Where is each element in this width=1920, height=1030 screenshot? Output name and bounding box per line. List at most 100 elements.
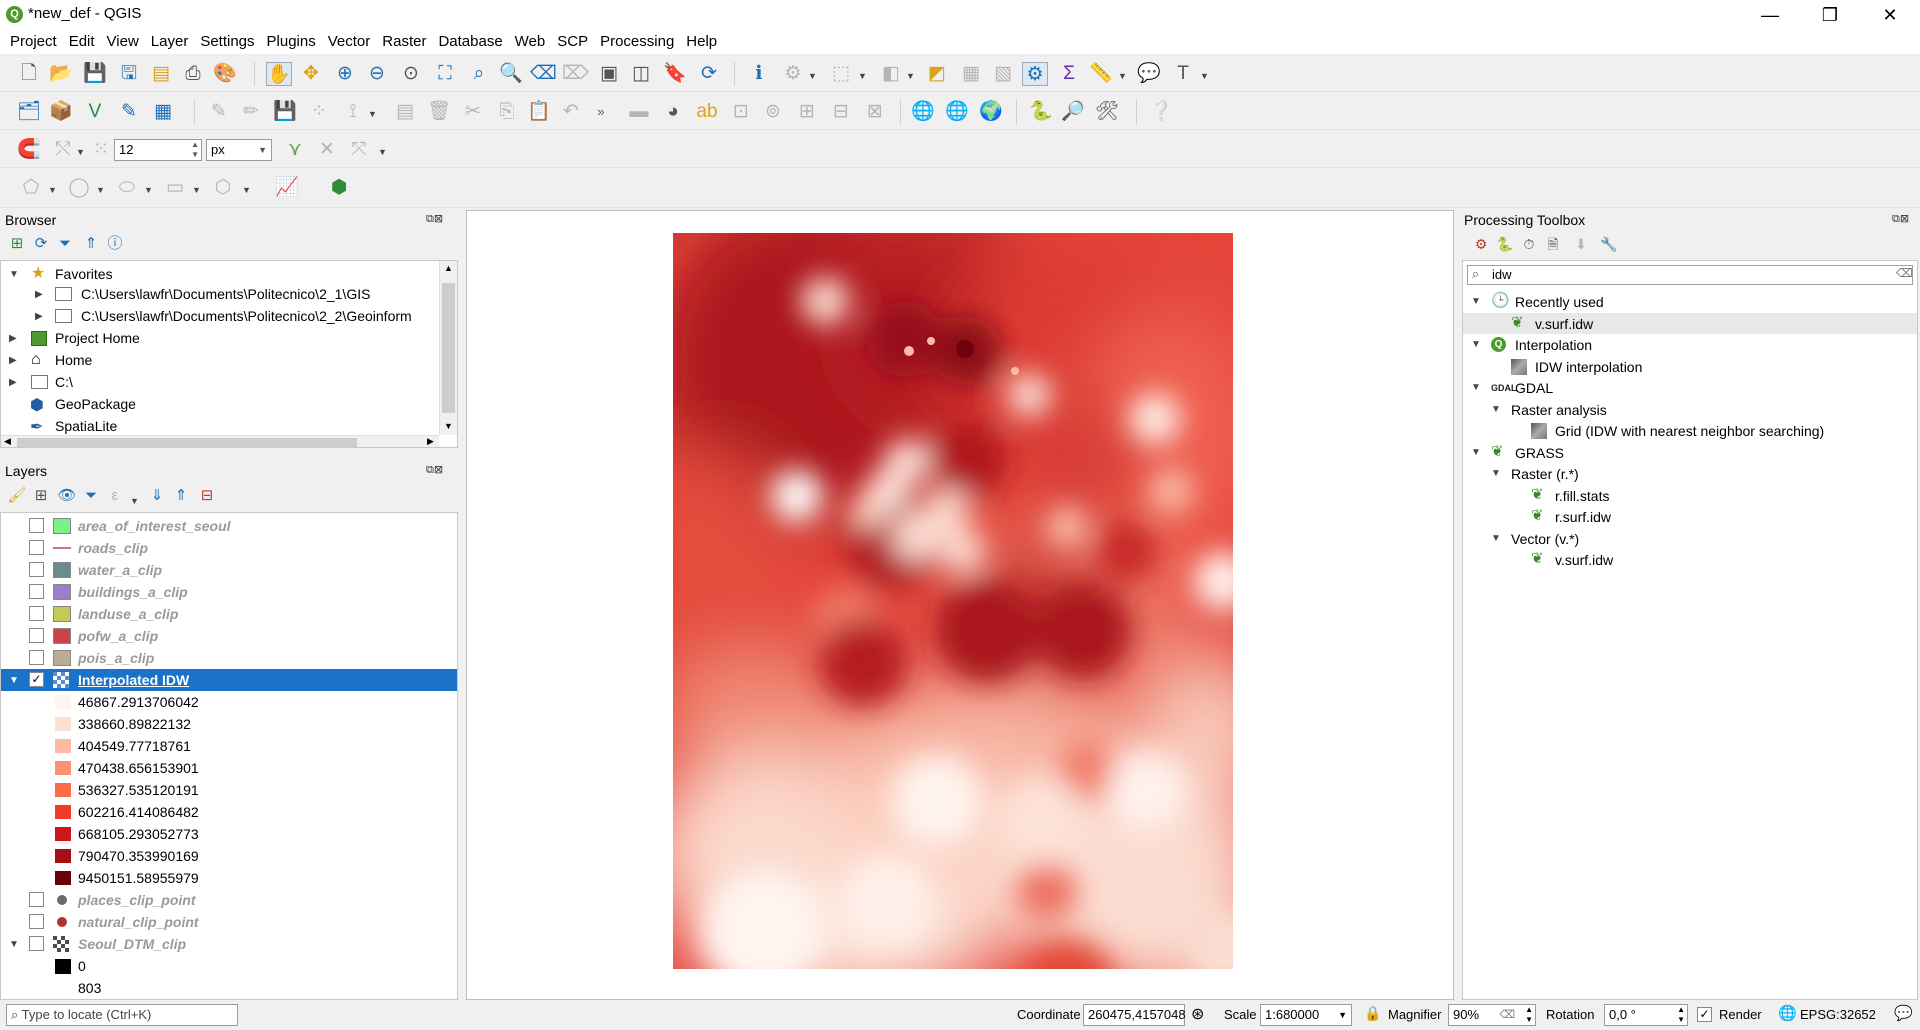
layer-visibility-checkbox[interactable]: [29, 518, 44, 533]
panel-float-close-icon[interactable]: ⧉⊠: [426, 212, 443, 226]
minimize-button[interactable]: —: [1740, 0, 1800, 30]
layer-labeling-icon[interactable]: ◕: [660, 100, 686, 124]
browser-item-c-drive[interactable]: C:\: [55, 371, 73, 393]
menu-settings[interactable]: Settings: [194, 30, 260, 54]
pan-to-selection-icon[interactable]: ✥: [298, 62, 324, 86]
layer-visibility-checkbox[interactable]: [29, 584, 44, 599]
browser-item-geoinform[interactable]: C:\Users\lawfr\Documents\Politecnico\2_2…: [81, 305, 412, 327]
save-as-icon[interactable]: 🖫: [116, 62, 142, 86]
globe-icon[interactable]: 🌍: [978, 100, 1004, 124]
tools-icon[interactable]: 🛠: [1094, 100, 1120, 124]
label-icon[interactable]: ▬: [626, 100, 652, 124]
layer-visibility-checkbox[interactable]: ✓: [29, 672, 44, 687]
magnifier-spinbox[interactable]: 90% ⌫ ▲ ▼: [1448, 1004, 1536, 1026]
toolbox-item[interactable]: Recently used: [1515, 291, 1604, 313]
refresh-icon[interactable]: ⟳: [696, 62, 722, 86]
rectangle-digitize-icon[interactable]: ▭: [162, 176, 188, 200]
locator-input[interactable]: ⌕ Type to locate (Ctrl+K): [6, 1004, 238, 1026]
zoom-last-icon[interactable]: ⌫: [530, 62, 557, 86]
layer-item-interpolated-idw[interactable]: Interpolated IDW: [78, 669, 189, 691]
snap-intersection-icon[interactable]: ✕: [314, 138, 340, 162]
zoom-in-icon[interactable]: ⊕: [332, 62, 358, 86]
layer-item[interactable]: water_a_clip: [78, 559, 162, 581]
toolbox-item[interactable]: Raster (r.*): [1511, 463, 1579, 485]
crs-label[interactable]: EPSG:32652: [1800, 1007, 1876, 1022]
change-label-icon[interactable]: ⊠: [862, 100, 888, 124]
toolbox-item[interactable]: r.fill.stats: [1555, 485, 1609, 507]
browser-item-gis[interactable]: C:\Users\lawfr\Documents\Politecnico\2_1…: [81, 283, 370, 305]
filter-icon[interactable]: ⏷: [52, 232, 78, 256]
zoom-out-icon[interactable]: ⊖: [364, 62, 390, 86]
layer-item[interactable]: natural_clip_point: [78, 911, 199, 933]
zoom-selection-icon[interactable]: ⌕: [466, 62, 492, 86]
menu-plugins[interactable]: Plugins: [261, 30, 322, 54]
toolbox-search-input[interactable]: ⌕ idw ⌫: [1467, 265, 1913, 285]
undo-icon[interactable]: ↶: [558, 100, 584, 124]
toolbox-item[interactable]: v.surf.idw: [1555, 549, 1613, 571]
crs-globe-icon[interactable]: 🌐: [1778, 1004, 1797, 1022]
toolbox-item[interactable]: v.surf.idw: [1535, 313, 1593, 335]
shape-digitize-icon[interactable]: ⬠: [18, 176, 44, 200]
select-features-icon[interactable]: ⬚: [828, 62, 854, 86]
panel-float-close-icon[interactable]: ⧉⊠: [1892, 212, 1909, 226]
polygon-digitize-icon[interactable]: ⬡: [210, 176, 236, 200]
zoom-next-icon[interactable]: ⌦: [562, 62, 589, 86]
panel-float-close-icon[interactable]: ⧉⊠: [426, 463, 443, 477]
layer-visibility-checkbox[interactable]: [29, 540, 44, 555]
search-tool-icon[interactable]: 🔎: [1060, 100, 1086, 124]
menu-processing[interactable]: Processing: [594, 30, 680, 54]
zoom-native-icon[interactable]: ⊙: [398, 62, 424, 86]
save-project-icon[interactable]: 💾: [82, 62, 108, 86]
snap-type-icon[interactable]: ⁙: [88, 138, 114, 162]
profile-tool-icon[interactable]: 📈: [274, 176, 300, 200]
menu-project[interactable]: Project: [0, 30, 63, 54]
toolbox-item[interactable]: r.surf.idw: [1555, 506, 1611, 528]
wms-icon[interactable]: 🌐: [910, 100, 936, 124]
layout-manager-icon[interactable]: ⎙: [180, 62, 206, 86]
layer-visibility-checkbox[interactable]: [29, 650, 44, 665]
label-toolbar-icon[interactable]: ab: [694, 100, 720, 124]
modify-attributes-icon[interactable]: ▤: [392, 100, 418, 124]
layer-visibility-checkbox[interactable]: [29, 892, 44, 907]
field-calculator-icon[interactable]: ▧: [990, 62, 1016, 86]
processing-toolbox-icon[interactable]: ⚙: [1022, 62, 1048, 86]
new-geopackage-icon[interactable]: 📦: [48, 100, 74, 124]
collapse-all-icon[interactable]: ⇑: [78, 232, 104, 256]
layer-item[interactable]: area_of_interest_seoul: [78, 515, 231, 537]
new-map-view-icon[interactable]: ▣: [596, 62, 622, 86]
menu-edit[interactable]: Edit: [63, 30, 101, 54]
messages-icon[interactable]: 💬: [1894, 1004, 1913, 1022]
snap-mode-icon[interactable]: ⤲: [50, 138, 76, 162]
browser-item-project-home[interactable]: Project Home: [55, 327, 140, 349]
digitize-icon[interactable]: ✎: [116, 100, 142, 124]
delete-selected-icon[interactable]: 🗑: [426, 100, 452, 124]
menu-layer[interactable]: Layer: [145, 30, 195, 54]
print-layout-icon[interactable]: ▤: [148, 62, 174, 86]
new-project-icon[interactable]: 🗋: [16, 62, 42, 86]
layer-item[interactable]: roads_clip: [78, 537, 148, 559]
refresh-icon[interactable]: ⟳: [28, 232, 54, 256]
layer-item[interactable]: places_clip_point: [78, 889, 195, 911]
render-checkbox[interactable]: ✓: [1697, 1007, 1712, 1022]
style-manager-icon[interactable]: 🎨: [212, 62, 238, 86]
add-vector-icon[interactable]: V: [82, 100, 108, 124]
menu-scp[interactable]: SCP: [551, 30, 594, 54]
save-edits-icon[interactable]: 💾: [272, 100, 298, 124]
toggle-editing-icon[interactable]: ✏: [238, 100, 264, 124]
measure-icon[interactable]: 📏: [1088, 62, 1114, 86]
models-icon[interactable]: ⚙: [1468, 232, 1494, 256]
layer-item[interactable]: pois_a_clip: [78, 647, 154, 669]
menu-web[interactable]: Web: [509, 30, 552, 54]
options-icon[interactable]: 🔧: [1596, 232, 1622, 256]
scripts-icon[interactable]: 🐍: [1492, 232, 1518, 256]
circle-digitize-icon[interactable]: ◯: [66, 176, 92, 200]
menu-vector[interactable]: Vector: [322, 30, 377, 54]
clear-search-icon[interactable]: ⌫: [1896, 266, 1913, 280]
toolbox-item[interactable]: IDW interpolation: [1535, 356, 1642, 378]
layer-visibility-checkbox[interactable]: [29, 606, 44, 621]
menu-help[interactable]: Help: [680, 30, 723, 54]
layer-item-selected[interactable]: [1, 669, 457, 691]
more-tools-icon[interactable]: »: [588, 100, 614, 124]
cut-features-icon[interactable]: ✂: [460, 100, 486, 124]
self-snapping-icon[interactable]: ⤧: [346, 138, 372, 162]
